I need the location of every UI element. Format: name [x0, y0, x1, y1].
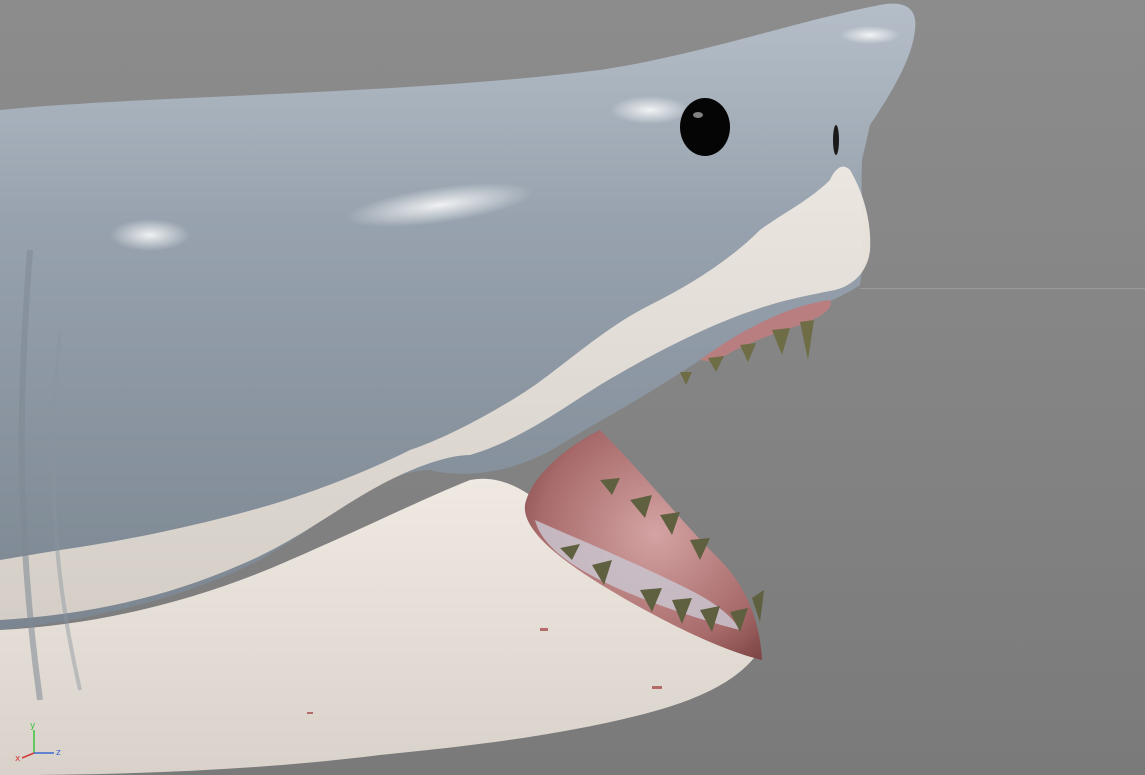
axis-gizmo: y x z — [14, 722, 74, 767]
highlight-3 — [610, 96, 690, 124]
shark-head-model[interactable] — [0, 0, 1145, 775]
eye-reflection — [693, 112, 703, 118]
nostril — [833, 125, 839, 155]
axis-y-label: y — [30, 721, 36, 731]
axis-x-label: x — [15, 754, 21, 764]
highlight-1 — [110, 219, 190, 251]
axis-z-label: z — [56, 748, 61, 758]
shark-eye — [680, 98, 730, 156]
highlight-4 — [840, 26, 900, 44]
3d-viewport[interactable]: y x z — [0, 0, 1145, 775]
axis-lines-icon — [21, 730, 54, 759]
